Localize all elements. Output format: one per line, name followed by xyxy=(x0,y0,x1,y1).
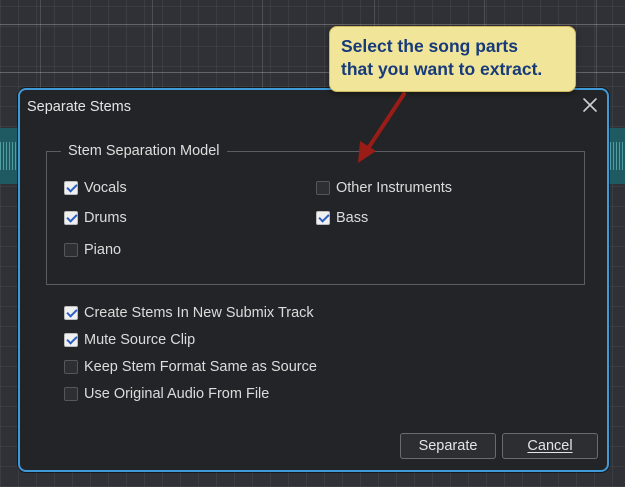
checkbox-label: Other Instruments xyxy=(336,180,453,196)
checkbox-label: Bass xyxy=(336,210,369,226)
checkbox-label: Piano xyxy=(84,242,122,258)
tip-line: that you want to extract. xyxy=(341,59,543,79)
dialog-titlebar: Separate Stems xyxy=(20,90,607,122)
drums-checkbox[interactable]: Drums xyxy=(64,209,127,227)
group-title: Stem Separation Model xyxy=(61,143,227,159)
cancel-label: Cancel xyxy=(527,438,573,454)
checkbox-mute-source[interactable] xyxy=(64,333,78,347)
checkbox-keep-format[interactable] xyxy=(64,360,78,374)
checkbox-label: Drums xyxy=(84,210,127,226)
dialog-title: Separate Stems xyxy=(27,99,131,115)
checkbox-label: Create Stems In New Submix Track xyxy=(84,305,314,321)
checkbox-bass[interactable] xyxy=(316,211,330,225)
keep-format-checkbox[interactable]: Keep Stem Format Same as Source xyxy=(64,358,317,376)
piano-checkbox[interactable]: Piano xyxy=(64,241,121,259)
checkbox-label: Mute Source Clip xyxy=(84,332,196,348)
checkbox-create-submix[interactable] xyxy=(64,306,78,320)
other-instruments-checkbox[interactable]: Other Instruments xyxy=(316,179,452,197)
checkbox-label: Keep Stem Format Same as Source xyxy=(84,359,317,375)
checkbox-label: Use Original Audio From File xyxy=(84,386,270,402)
checkbox-other-instruments[interactable] xyxy=(316,181,330,195)
separate-stems-dialog: Separate Stems Stem Separation Model Voc… xyxy=(18,88,609,472)
original-audio-checkbox[interactable]: Use Original Audio From File xyxy=(64,385,269,403)
checkbox-drums[interactable] xyxy=(64,211,78,225)
checkbox-label: Vocals xyxy=(84,180,127,196)
bass-checkbox[interactable]: Bass xyxy=(316,209,368,227)
mute-source-checkbox[interactable]: Mute Source Clip xyxy=(64,331,195,349)
checkbox-vocals[interactable] xyxy=(64,181,78,195)
waveform xyxy=(607,142,625,170)
vocals-checkbox[interactable]: Vocals xyxy=(64,179,127,197)
audio-clip[interactable] xyxy=(607,128,625,184)
tip-line: Select the song parts xyxy=(341,36,518,56)
close-icon[interactable] xyxy=(581,96,599,114)
checkbox-original-audio[interactable] xyxy=(64,387,78,401)
create-submix-checkbox[interactable]: Create Stems In New Submix Track xyxy=(64,304,314,322)
checkbox-piano[interactable] xyxy=(64,243,78,257)
tip-callout: Select the song parts that you want to e… xyxy=(329,26,576,92)
cancel-button[interactable]: Cancel xyxy=(502,433,598,459)
track-divider xyxy=(0,24,625,25)
separate-button[interactable]: Separate xyxy=(400,433,496,459)
